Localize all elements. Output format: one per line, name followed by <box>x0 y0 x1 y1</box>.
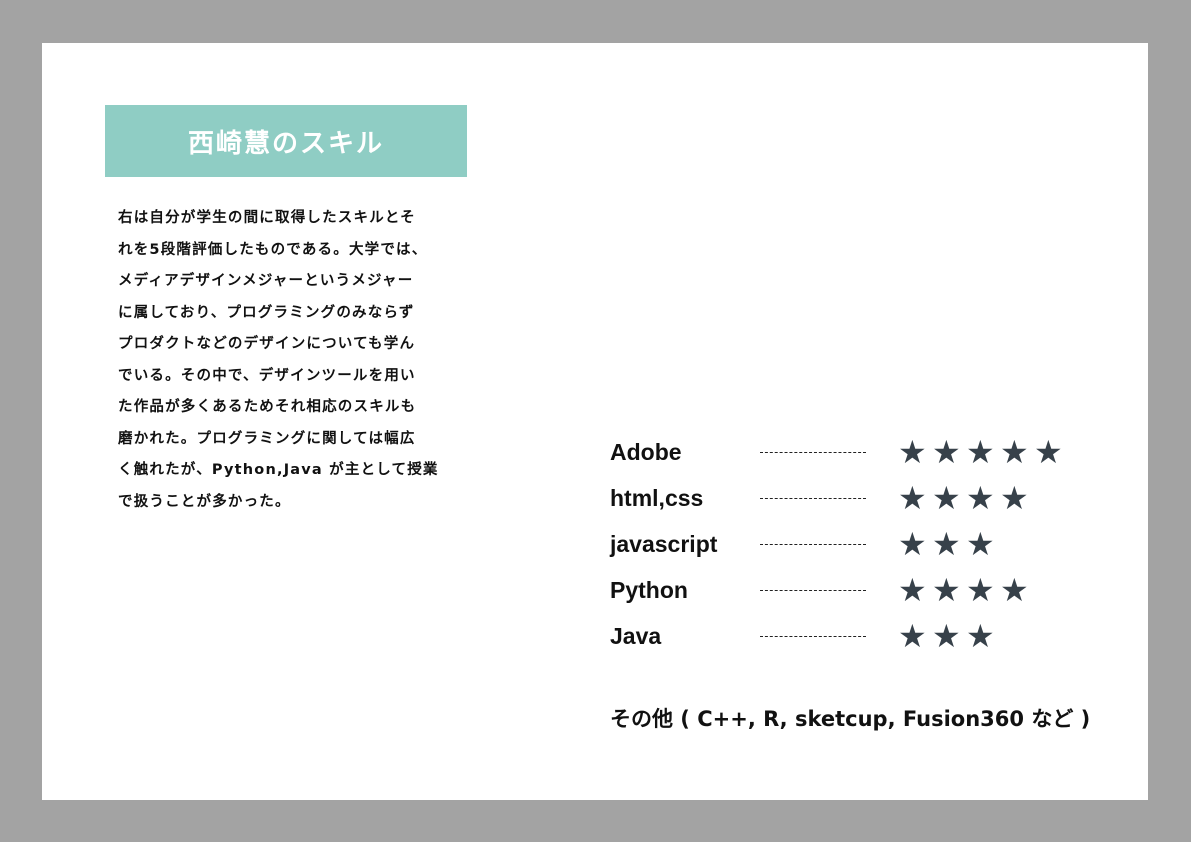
star-icon: ★ <box>898 433 927 471</box>
star-icon: ★ <box>966 571 995 609</box>
star-icon: ★ <box>966 525 995 563</box>
skill-name: Java <box>610 622 662 649</box>
star-icon: ★ <box>1034 433 1063 471</box>
star-icon: ★ <box>932 525 961 563</box>
title-box: 西崎慧のスキル <box>105 105 467 177</box>
star-icon: ★ <box>932 571 961 609</box>
description-line: れを5段階評価したものである。大学では、 <box>118 241 428 258</box>
dotted-leader <box>760 497 866 499</box>
skill-name: Python <box>610 576 688 603</box>
skill-name: html,css <box>610 484 704 511</box>
star-icon: ★ <box>898 525 927 563</box>
skill-row: Adobe ★ ★ ★ ★ ★ <box>610 432 1068 472</box>
other-skills: その他 ( C++, R, sketcup, Fusion360 など ) <box>610 707 1091 731</box>
skill-rating: ★ ★ ★ ★ ★ <box>898 436 1068 468</box>
star-icon: ★ <box>1000 479 1029 517</box>
page-title: 西崎慧のスキル <box>187 128 384 159</box>
description: 右は自分が学生の間に取得したスキルとそ れを5段階評価したものである。大学では、… <box>118 203 468 518</box>
skill-row: javascript ★ ★ ★ <box>610 524 1000 564</box>
skill-name: Adobe <box>610 438 682 465</box>
star-icon: ★ <box>966 617 995 655</box>
skill-row: html,css ★ ★ ★ ★ <box>610 478 1034 518</box>
page: 西崎慧のスキル 右は自分が学生の間に取得したスキルとそ れを5段階評価したもので… <box>42 43 1148 800</box>
star-icon: ★ <box>966 479 995 517</box>
description-line: で扱うことが多かった。 <box>118 493 291 510</box>
star-icon: ★ <box>966 433 995 471</box>
star-icon: ★ <box>932 617 961 655</box>
star-icon: ★ <box>898 479 927 517</box>
star-icon: ★ <box>898 617 927 655</box>
skill-name: javascript <box>610 530 718 557</box>
skill-rating: ★ ★ ★ <box>898 528 1000 560</box>
star-icon: ★ <box>1000 571 1029 609</box>
dotted-leader <box>760 543 866 545</box>
skill-row: Java ★ ★ ★ <box>610 616 1000 656</box>
skill-row: Python ★ ★ ★ ★ <box>610 570 1034 610</box>
star-icon: ★ <box>898 571 927 609</box>
skill-rating: ★ ★ ★ ★ <box>898 574 1034 606</box>
description-line: メディアデザインメジャーというメジャー <box>118 273 414 289</box>
skill-rating: ★ ★ ★ ★ <box>898 482 1034 514</box>
description-line: た作品が多くあるためそれ相応のスキルも <box>118 399 417 415</box>
description-line: に属しており、プログラミングのみならず <box>118 304 415 321</box>
skill-rating: ★ ★ ★ <box>898 620 1000 652</box>
dotted-leader <box>760 635 866 637</box>
description-line: く触れたが、Python,Java が主として授業 <box>118 462 439 478</box>
description-line: 右は自分が学生の間に取得したスキルとそ <box>118 210 416 226</box>
star-icon: ★ <box>932 433 961 471</box>
dotted-leader <box>760 451 866 453</box>
dotted-leader <box>760 589 866 591</box>
description-line: でいる。その中で、デザインツールを用い <box>118 367 416 384</box>
star-icon: ★ <box>932 479 961 517</box>
star-icon: ★ <box>1000 433 1029 471</box>
description-line: プロダクトなどのデザインについても学ん <box>118 336 416 352</box>
description-line: 磨かれた。プログラミングに関しては幅広 <box>118 430 416 447</box>
